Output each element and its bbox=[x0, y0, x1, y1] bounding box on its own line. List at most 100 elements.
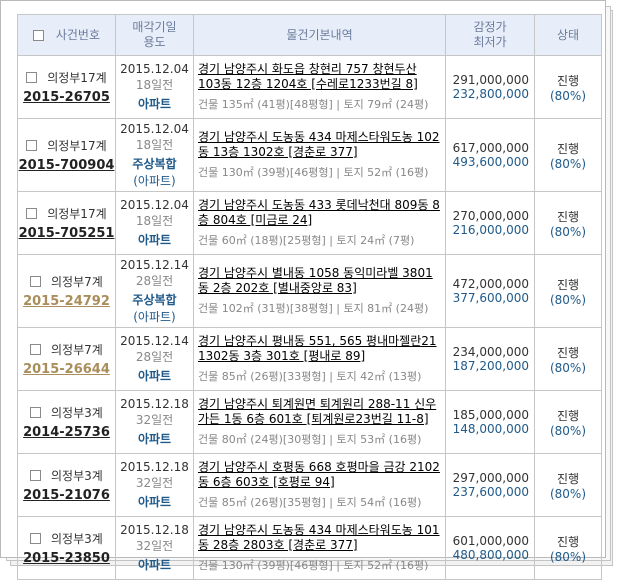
court-name: 의정부3계 bbox=[51, 532, 103, 546]
price-cell: 185,000,000 148,000,000 bbox=[445, 390, 535, 454]
sale-date-cell: 2015.12.18 32일전 아파트 bbox=[115, 516, 194, 580]
header-property-label: 물건기본내역 bbox=[286, 27, 353, 42]
property-area: 건물 130㎡ (39평)[46평형] | 토지 52㎡ (16평) bbox=[198, 559, 429, 572]
appraisal-price: 601,000,000 bbox=[452, 534, 529, 548]
property-area: 건물 80㎡ (24평)[30평형] | 토지 53㎡ (16평) bbox=[198, 433, 422, 446]
sale-date-cell: 2015.12.18 32일전 아파트 bbox=[115, 453, 194, 517]
appraisal-price: 185,000,000 bbox=[452, 408, 529, 422]
property-cell: 경기 남양주시 도농동 434 마제스타워도농 102동 13층 1302호 [… bbox=[193, 118, 446, 192]
status-percent: (80%) bbox=[549, 88, 587, 103]
table-row[interactable]: 의정부17계 2015-705251 2015.12.04 18일전 아파트 경… bbox=[17, 191, 602, 255]
property-address-link[interactable]: 경기 남양주시 도농동 433 롯데낙천대 809동 8층 804호 [미금로 … bbox=[198, 198, 443, 228]
sale-date: 2015.12.04 bbox=[120, 198, 189, 212]
minimum-price: 216,000,000 bbox=[452, 223, 529, 237]
usage-type: 아파트 bbox=[137, 369, 172, 383]
case-number-link[interactable]: 2015-23850 bbox=[18, 551, 115, 566]
price-cell: 270,000,000 216,000,000 bbox=[445, 191, 535, 255]
status-cell: 진행 (80%) bbox=[534, 118, 602, 192]
status-percent: (80%) bbox=[549, 549, 587, 564]
minimum-price: 377,600,000 bbox=[452, 291, 529, 305]
row-checkbox[interactable] bbox=[26, 140, 38, 151]
case-cell: 의정부7계 2015-24792 bbox=[17, 254, 116, 328]
case-number-link[interactable]: 2015-24792 bbox=[18, 294, 115, 309]
days-remaining: 28일전 bbox=[135, 350, 174, 364]
sale-date: 2015.12.04 bbox=[120, 62, 189, 76]
case-number-link[interactable]: 2015-705251 bbox=[18, 226, 115, 241]
days-remaining: 32일전 bbox=[135, 539, 174, 553]
row-checkbox[interactable] bbox=[30, 276, 42, 287]
property-area: 건물 102㎡ (31평)[38평형] | 토지 81㎡ (24평) bbox=[198, 302, 429, 315]
auction-list-panel: 사건번호 매각기일 용도 물건기본내역 감정가 최저가 상태 의정부17계 20… bbox=[0, 0, 606, 580]
case-number-link[interactable]: 2015-26705 bbox=[18, 90, 115, 105]
appraisal-price: 297,000,000 bbox=[452, 471, 529, 485]
case-cell: 의정부7계 2015-26644 bbox=[17, 327, 116, 391]
minimum-price: 237,600,000 bbox=[452, 485, 529, 499]
property-address-link[interactable]: 경기 남양주시 퇴계원면 퇴계원리 288-11 신우가든 1동 6층 601호… bbox=[198, 397, 443, 427]
status-text: 진행 bbox=[556, 471, 580, 486]
case-number-link[interactable]: 2015-26644 bbox=[18, 362, 115, 377]
table-row[interactable]: 의정부7계 2015-26644 2015.12.14 28일전 아파트 경기 … bbox=[17, 327, 602, 391]
minimum-price: 232,800,000 bbox=[452, 87, 529, 101]
row-checkbox[interactable] bbox=[30, 533, 42, 544]
header-appraisal-label: 감정가 bbox=[473, 20, 507, 34]
table-row[interactable]: 의정부17계 2015-26705 2015.12.04 18일전 아파트 경기… bbox=[17, 55, 602, 119]
row-checkbox[interactable] bbox=[30, 407, 42, 418]
table-row[interactable]: 의정부3계 2015-21076 2015.12.18 32일전 아파트 경기 … bbox=[17, 453, 602, 517]
select-all-checkbox[interactable] bbox=[33, 29, 44, 41]
table-row[interactable]: 의정부3계 2015-23850 2015.12.18 32일전 아파트 경기 … bbox=[17, 516, 602, 580]
status-cell: 진행 (80%) bbox=[534, 453, 602, 517]
property-cell: 경기 남양주시 화도읍 창현리 757 창현두산 103동 12층 1204호 … bbox=[193, 55, 446, 119]
property-address-link[interactable]: 경기 남양주시 별내동 1058 동익미라벨 3801동 2층 202호 [별내… bbox=[198, 266, 443, 296]
court-name: 의정부17계 bbox=[47, 139, 107, 153]
row-checkbox[interactable] bbox=[26, 72, 38, 83]
case-number-link[interactable]: 2015-700904 bbox=[18, 158, 115, 173]
court-name: 의정부7계 bbox=[51, 275, 103, 289]
days-remaining: 18일전 bbox=[135, 78, 174, 92]
property-area: 건물 85㎡ (26평)[33평형] | 토지 42㎡ (13평) bbox=[198, 370, 422, 383]
sale-date: 2015.12.04 bbox=[120, 121, 189, 136]
table-row[interactable]: 의정부3계 2014-25736 2015.12.18 32일전 아파트 경기 … bbox=[17, 390, 602, 454]
property-area: 건물 60㎡ (18평)[25평형] | 토지 24㎡ (7평) bbox=[198, 234, 415, 247]
property-cell: 경기 남양주시 호평동 668 호평마을 금강 2102동 6층 603호 [호… bbox=[193, 453, 446, 517]
usage-type: 주상복합 bbox=[132, 156, 177, 171]
sale-date: 2015.12.14 bbox=[120, 257, 189, 272]
usage-type: 아파트 bbox=[137, 97, 172, 111]
property-address-link[interactable]: 경기 남양주시 평내동 551, 565 평내마젤란21 1302동 3층 30… bbox=[198, 334, 443, 364]
auction-table: 사건번호 매각기일 용도 물건기본내역 감정가 최저가 상태 의정부17계 20… bbox=[17, 14, 602, 580]
sale-date-cell: 2015.12.14 28일전 주상복합 (아파트) bbox=[115, 254, 194, 328]
usage-type: 주상복합 bbox=[132, 292, 177, 307]
appraisal-price: 234,000,000 bbox=[452, 345, 529, 359]
case-number-link[interactable]: 2015-21076 bbox=[18, 488, 115, 503]
property-cell: 경기 남양주시 평내동 551, 565 평내마젤란21 1302동 3층 30… bbox=[193, 327, 446, 391]
status-percent: (80%) bbox=[549, 360, 587, 375]
property-address-link[interactable]: 경기 남양주시 도농동 434 마제스타워도농 102동 13층 1302호 [… bbox=[198, 130, 443, 160]
days-remaining: 28일전 bbox=[135, 273, 174, 288]
court-name: 의정부3계 bbox=[51, 469, 103, 483]
row-checkbox[interactable] bbox=[26, 208, 38, 219]
header-status-label: 상태 bbox=[556, 27, 580, 42]
appraisal-price: 291,000,000 bbox=[452, 73, 529, 87]
property-cell: 경기 남양주시 퇴계원면 퇴계원리 288-11 신우가든 1동 6층 601호… bbox=[193, 390, 446, 454]
price-cell: 291,000,000 232,800,000 bbox=[445, 55, 535, 119]
status-text: 진행 bbox=[556, 277, 580, 292]
case-cell: 의정부3계 2015-21076 bbox=[17, 453, 116, 517]
table-row[interactable]: 의정부7계 2015-24792 2015.12.14 28일전 주상복합 (아… bbox=[17, 254, 602, 328]
row-checkbox[interactable] bbox=[30, 344, 42, 355]
status-percent: (80%) bbox=[549, 486, 587, 501]
days-remaining: 32일전 bbox=[135, 476, 174, 490]
status-cell: 진행 (80%) bbox=[534, 55, 602, 119]
status-text: 진행 bbox=[556, 408, 580, 423]
usage-type: 아파트 bbox=[137, 495, 172, 509]
usage-subtype: (아파트) bbox=[133, 309, 176, 324]
header-property: 물건기본내역 bbox=[193, 14, 446, 56]
property-area: 건물 135㎡ (41평)[48평형] | 토지 79㎡ (24평) bbox=[198, 98, 429, 111]
header-sale-date-label: 매각기일 bbox=[132, 20, 177, 34]
row-checkbox[interactable] bbox=[30, 470, 42, 481]
property-address-link[interactable]: 경기 남양주시 화도읍 창현리 757 창현두산 103동 12층 1204호 … bbox=[198, 62, 443, 92]
table-row[interactable]: 의정부17계 2015-700904 2015.12.04 18일전 주상복합 … bbox=[17, 118, 602, 192]
status-percent: (80%) bbox=[549, 224, 587, 239]
property-address-link[interactable]: 경기 남양주시 도농동 434 마제스타워도농 101동 28층 2803호 [… bbox=[198, 523, 443, 553]
status-text: 진행 bbox=[556, 141, 580, 156]
case-number-link[interactable]: 2014-25736 bbox=[18, 425, 115, 440]
property-address-link[interactable]: 경기 남양주시 호평동 668 호평마을 금강 2102동 6층 603호 [호… bbox=[198, 460, 443, 490]
